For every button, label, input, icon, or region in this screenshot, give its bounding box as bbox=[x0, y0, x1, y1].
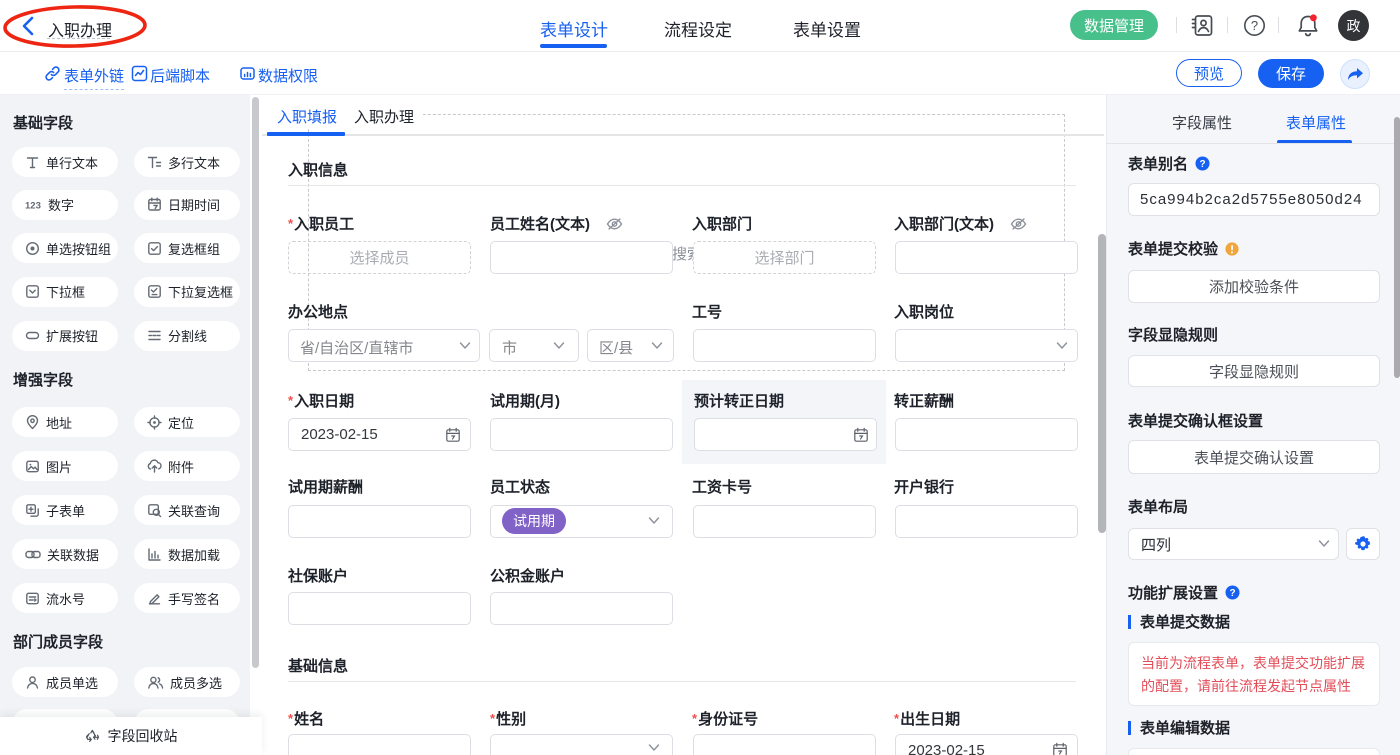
svg-text:?: ? bbox=[1229, 588, 1235, 599]
svg-text:123: 123 bbox=[25, 201, 41, 212]
svg-text:?: ? bbox=[1199, 159, 1205, 170]
svg-text:?: ? bbox=[1251, 18, 1258, 33]
